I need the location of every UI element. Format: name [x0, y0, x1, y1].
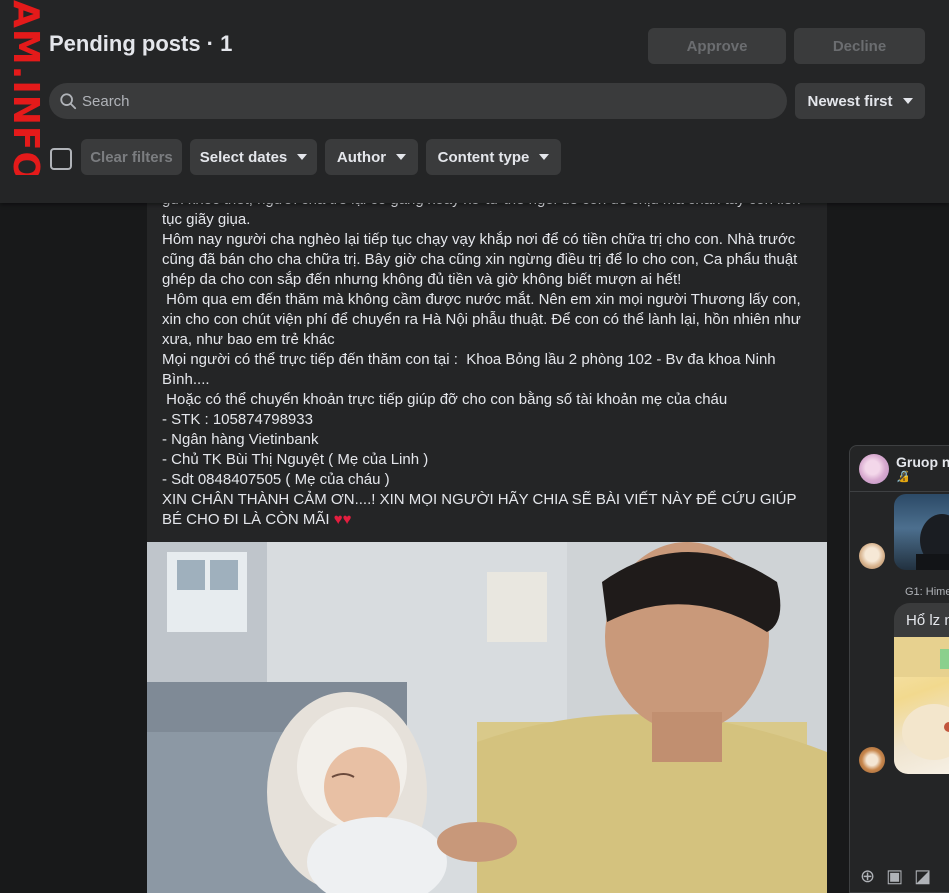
post-closing-line: XIN CHÂN THÀNH CẢM ƠN....! XIN MỌI NGƯỜI… [162, 490, 813, 530]
chat-image [894, 637, 949, 760]
post-line: - Chủ TK Bùi Thị Nguyệt ( Mẹ của Linh ) [162, 451, 429, 468]
post-line: - Sdt 0848407505 ( Mẹ của cháu ) [162, 471, 390, 488]
chat-message-bubble[interactable]: Hổ lz n [894, 603, 949, 637]
content-type-label: Content type [437, 148, 530, 166]
caret-down-icon [396, 154, 407, 160]
sticker-icon[interactable]: ◪ [914, 867, 931, 885]
post-line: - STK : 105874798933 [162, 411, 313, 428]
sender-name: G1: Hime [905, 586, 949, 598]
group-avatar [859, 453, 889, 484]
add-icon[interactable]: ⊕ [860, 867, 875, 885]
select-all-checkbox[interactable] [50, 148, 72, 170]
select-dates-label: Select dates [199, 148, 288, 166]
image-icon[interactable]: ▣ [886, 867, 903, 885]
chat-window[interactable]: Gruop n 🔏 G1: Hime Hổ lz n ⊕ ▣ ◪ [849, 445, 949, 893]
post-line: - Ngân hàng Vietinbank [162, 431, 319, 448]
sender-avatar[interactable] [859, 543, 885, 569]
pending-posts-header: Pending posts · 1 Approve Decline Newest… [0, 0, 949, 203]
post-closing-text: XIN CHÂN THÀNH CẢM ƠN....! XIN MỌI NGƯỜI… [162, 491, 801, 528]
chat-title: Gruop n [896, 454, 949, 470]
heart-icon: ♥♥ [333, 511, 352, 528]
post-photo[interactable] [147, 542, 827, 893]
decline-button[interactable]: Decline [794, 28, 925, 64]
chat-image-message[interactable] [894, 494, 949, 570]
pending-post-card: gửi khóc thét, người cha trẻ lại cố gắng… [147, 180, 827, 893]
chat-subtitle: 🔏 [896, 471, 910, 483]
chat-composer-toolbar: ⊕ ▣ ◪ [850, 858, 949, 892]
search-bar[interactable] [49, 83, 787, 119]
author-label: Author [336, 148, 387, 166]
post-line: Hoặc có thể chuyển khoản trực tiếp giúp … [162, 391, 728, 408]
watermark: AM.INFO [8, 0, 46, 175]
caret-down-icon [297, 154, 308, 160]
search-input[interactable] [82, 92, 682, 110]
post-body: gửi khóc thét, người cha trẻ lại cố gắng… [147, 180, 827, 530]
sort-dropdown[interactable]: Newest first [795, 83, 925, 119]
author-dropdown[interactable]: Author [325, 139, 418, 175]
caret-down-icon [539, 154, 550, 160]
watermark-text: AM.INFO [8, 0, 46, 175]
clear-filters-button[interactable]: Clear filters [81, 139, 182, 175]
content-type-dropdown[interactable]: Content type [426, 139, 561, 175]
sort-label: Newest first [807, 92, 893, 110]
chat-header[interactable]: Gruop n 🔏 [850, 446, 949, 492]
chat-image [916, 514, 949, 570]
approve-button[interactable]: Approve [648, 28, 786, 64]
select-dates-dropdown[interactable]: Select dates [190, 139, 317, 175]
search-icon [60, 93, 77, 110]
caret-down-icon [902, 98, 913, 104]
post-line: Mọi người có thể trực tiếp đến thăm con … [162, 351, 780, 388]
post-line: Hôm qua em đến thăm mà không cầm được nư… [162, 291, 805, 348]
post-photo-image [147, 542, 827, 893]
chat-image-message[interactable] [894, 637, 949, 774]
post-line: Hôm nay người cha nghèo lại tiếp tục chạ… [162, 231, 802, 288]
page-title: Pending posts · 1 [49, 31, 233, 56]
clear-filters-label: Clear filters [90, 148, 173, 166]
sender-avatar[interactable] [859, 747, 885, 773]
